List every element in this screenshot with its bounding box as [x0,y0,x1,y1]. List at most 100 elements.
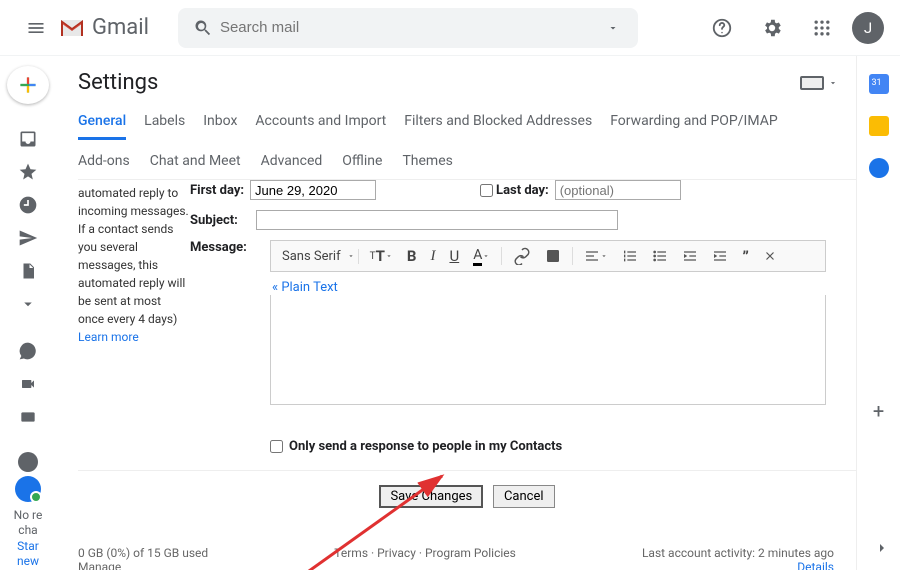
font-family-button[interactable]: Sans Serif [279,249,359,264]
only-contacts-checkbox[interactable] [270,440,283,453]
settings-tabs-row1: General Labels Inbox Accounts and Import… [78,113,856,141]
last-day-checkbox[interactable] [480,184,493,197]
list-ul-icon [652,248,668,264]
star-icon [18,162,38,182]
settings-button[interactable] [752,8,792,48]
left-nav: No re cha Star new [0,56,56,570]
nav-snoozed[interactable] [8,190,48,219]
get-addons-button[interactable]: + [873,399,884,423]
gmail-wordmark: Gmail [92,15,149,40]
nav-more[interactable] [8,289,48,318]
apps-button[interactable] [802,8,842,48]
main-area: No re cha Star new Settings General Labe… [0,56,900,570]
manage-storage-link[interactable]: Manage [78,560,121,570]
search-bar[interactable] [178,8,638,48]
hangouts-text-2: cha [0,523,56,539]
underline-button[interactable]: U [446,247,462,265]
contact-avatar[interactable] [15,476,41,502]
indent-left-icon [682,248,698,264]
help-icon [711,17,733,39]
indent-right-icon [712,248,728,264]
nav-meet[interactable] [8,370,48,399]
cancel-button[interactable]: Cancel [493,485,555,508]
keep-addon[interactable] [869,116,889,136]
first-day-input[interactable] [250,180,376,200]
tab-accounts[interactable]: Accounts and Import [255,113,386,140]
indent-less-button[interactable] [679,248,701,264]
tab-offline[interactable]: Offline [342,153,382,175]
hangouts-new-link[interactable]: new [0,554,56,570]
font-size-button[interactable]: TT [367,247,396,265]
link-button[interactable] [510,247,534,265]
remove-format-button[interactable] [760,249,780,263]
hide-side-panel-button[interactable] [874,540,890,556]
quote-button[interactable]: ” [739,247,752,266]
terms-link[interactable]: Terms [334,546,368,560]
align-button[interactable] [581,248,611,264]
indent-more-button[interactable] [709,248,731,264]
tab-addons[interactable]: Add-ons [78,153,130,175]
hangouts-status-icon[interactable] [18,452,38,472]
support-button[interactable] [702,8,742,48]
save-changes-button[interactable]: Save Changes [379,485,483,508]
tab-themes[interactable]: Themes [402,153,452,175]
font-family-label: Sans Serif [282,249,341,264]
tab-forwarding[interactable]: Forwarding and POP/IMAP [610,113,777,140]
italic-button[interactable]: I [427,248,438,265]
keyboard-icon [17,409,39,425]
video-icon [18,376,38,392]
search-input[interactable] [218,18,598,37]
clear-format-icon [763,249,777,263]
image-icon [545,248,561,264]
activity-details-link[interactable]: Details [797,560,834,570]
nav-hangouts[interactable] [8,337,48,366]
nav-keyboard[interactable] [8,403,48,432]
nav-drafts[interactable] [8,256,48,285]
learn-more-link[interactable]: Learn more [78,330,139,344]
tab-advanced[interactable]: Advanced [261,153,323,175]
gmail-logo[interactable]: Gmail [58,15,149,40]
send-icon [18,228,38,248]
hangouts-panel: No re cha Star new [0,444,56,570]
image-button[interactable] [542,248,564,264]
link-icon [513,247,531,265]
hangouts-start-link[interactable]: Star [0,539,56,555]
gmail-m-icon [58,17,86,39]
tab-filters[interactable]: Filters and Blocked Addresses [404,113,592,140]
clock-icon [18,195,38,215]
bullet-list-button[interactable] [649,248,671,264]
tab-inbox[interactable]: Inbox [203,113,237,140]
tab-chat-meet[interactable]: Chat and Meet [150,153,241,175]
hangouts-text-1: No re [0,508,56,524]
nav-sent[interactable] [8,223,48,252]
main-menu-button[interactable] [16,8,56,48]
activity-text: Last account activity: 2 minutes ago [642,546,834,560]
bold-button[interactable]: B [404,247,420,265]
chat-bubble-icon [18,341,38,361]
page-title: Settings [78,70,158,95]
search-icon[interactable] [188,8,218,48]
numbered-list-button[interactable] [619,248,641,264]
privacy-link[interactable]: Privacy [377,546,416,560]
nav-inbox[interactable] [8,124,48,153]
input-tool-selector[interactable] [800,76,838,90]
account-avatar[interactable]: J [852,12,884,44]
caret-down-icon [347,252,355,260]
message-editor[interactable] [270,295,826,405]
settings-tabs-row2: Add-ons Chat and Meet Advanced Offline T… [78,153,856,175]
plain-text-link[interactable]: « Plain Text [272,280,826,295]
tab-labels[interactable]: Labels [144,113,185,140]
compose-button[interactable] [7,66,49,104]
text-color-button[interactable]: A [470,247,493,266]
search-options-dropdown[interactable] [598,8,628,48]
last-day-input[interactable] [555,180,681,200]
tab-general[interactable]: General [78,113,126,140]
compose-plus-icon [15,72,41,98]
nav-starred[interactable] [8,157,48,186]
tasks-addon[interactable] [869,158,889,178]
inbox-icon [18,129,38,149]
subject-input[interactable] [256,210,618,230]
hamburger-icon [26,18,46,38]
calendar-addon[interactable] [869,74,889,94]
policies-link[interactable]: Program Policies [425,546,516,560]
